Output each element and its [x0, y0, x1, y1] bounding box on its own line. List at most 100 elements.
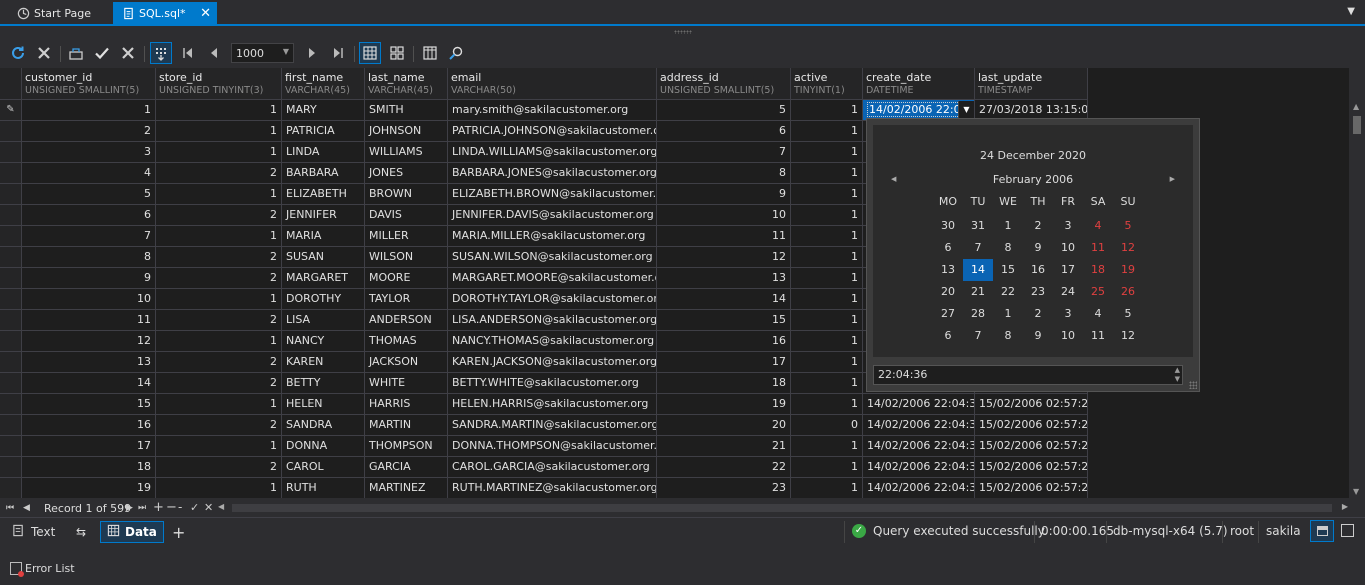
card-view-icon[interactable]	[386, 42, 408, 64]
row-indicator[interactable]	[0, 121, 22, 142]
active-cell[interactable]: 1	[791, 331, 863, 352]
active-cell[interactable]: 1	[791, 226, 863, 247]
first-name-cell[interactable]: SUSAN	[282, 247, 365, 268]
post-record-icon[interactable]: ✓	[190, 501, 199, 514]
last-name-cell[interactable]: MARTINEZ	[365, 478, 448, 498]
first-name-cell[interactable]: JENNIFER	[282, 205, 365, 226]
customer-id-cell[interactable]: 19	[22, 478, 156, 498]
previous-page-icon[interactable]	[203, 42, 225, 64]
store-id-cell[interactable]: 2	[156, 373, 282, 394]
customer-id-cell[interactable]: 6	[22, 205, 156, 226]
create-date-cell[interactable]: 14/02/2006 22:04:36	[863, 457, 975, 478]
email-cell[interactable]: SANDRA.MARTIN@sakilacustomer.org	[448, 415, 657, 436]
calendar-day[interactable]: 5	[1113, 303, 1143, 325]
calendar-day[interactable]: 27	[933, 303, 963, 325]
table-row[interactable]: 18 2 CAROL GARCIA CAROL.GARCIA@sakilacustome…	[0, 457, 1349, 478]
cached-updates-icon[interactable]	[65, 42, 87, 64]
table-row[interactable]: 16 2 SANDRA MARTIN SANDRA.MARTIN@sakilacusto…	[0, 415, 1349, 436]
last-name-cell[interactable]: JACKSON	[365, 352, 448, 373]
calendar-day[interactable]: 10	[1053, 325, 1083, 347]
active-cell[interactable]: 0	[791, 415, 863, 436]
address-id-cell[interactable]: 21	[657, 436, 791, 457]
active-cell[interactable]: 1	[791, 247, 863, 268]
customer-id-cell[interactable]: 16	[22, 415, 156, 436]
row-indicator[interactable]	[0, 205, 22, 226]
store-id-cell[interactable]: 2	[156, 247, 282, 268]
row-indicator[interactable]	[0, 310, 22, 331]
calendar-day[interactable]: 11	[1083, 325, 1113, 347]
column-header-last-name[interactable]: last_name VARCHAR(45)	[365, 68, 448, 100]
last-name-cell[interactable]: WILSON	[365, 247, 448, 268]
add-tab-button[interactable]: +	[166, 521, 191, 543]
vertical-scrollbar[interactable]: ▲ ▼	[1349, 100, 1365, 498]
first-page-icon[interactable]	[177, 42, 199, 64]
first-name-cell[interactable]: LINDA	[282, 142, 365, 163]
last-update-cell[interactable]: 15/02/2006 02:57:20	[975, 478, 1088, 498]
address-id-cell[interactable]: 12	[657, 247, 791, 268]
calendar-day[interactable]: 24	[1053, 281, 1083, 303]
store-id-cell[interactable]: 2	[156, 310, 282, 331]
last-name-cell[interactable]: ANDERSON	[365, 310, 448, 331]
last-name-cell[interactable]: DAVIS	[365, 205, 448, 226]
customer-id-cell[interactable]: 5	[22, 184, 156, 205]
customer-id-cell[interactable]: 7	[22, 226, 156, 247]
calendar-day[interactable]: 4	[1083, 215, 1113, 237]
next-record-icon[interactable]: ▶	[126, 503, 133, 513]
next-page-icon[interactable]	[301, 42, 323, 64]
address-id-cell[interactable]: 20	[657, 415, 791, 436]
customer-id-cell[interactable]: 4	[22, 163, 156, 184]
email-cell[interactable]: JENNIFER.DAVIS@sakilacustomer.org	[448, 205, 657, 226]
store-id-cell[interactable]: 1	[156, 289, 282, 310]
grid-view-icon[interactable]	[359, 42, 381, 64]
first-record-icon[interactable]: ⏮	[6, 503, 14, 513]
address-id-cell[interactable]: 8	[657, 163, 791, 184]
next-month-icon[interactable]: ▶	[1170, 175, 1175, 183]
calendar-day[interactable]: 4	[1083, 303, 1113, 325]
scroll-thumb[interactable]	[1353, 116, 1361, 134]
row-indicator[interactable]	[0, 226, 22, 247]
row-indicator[interactable]	[0, 289, 22, 310]
store-id-cell[interactable]: 2	[156, 457, 282, 478]
calendar-day[interactable]: 1	[993, 303, 1023, 325]
last-name-cell[interactable]: THOMPSON	[365, 436, 448, 457]
last-page-icon[interactable]	[327, 42, 349, 64]
email-cell[interactable]: BARBARA.JONES@sakilacustomer.org	[448, 163, 657, 184]
calendar-day[interactable]: 13	[933, 259, 963, 281]
first-name-cell[interactable]: MARY	[282, 100, 365, 121]
calendar-day[interactable]: 19	[1113, 259, 1143, 281]
active-cell[interactable]: 1	[791, 457, 863, 478]
calendar-day[interactable]: 10	[1053, 237, 1083, 259]
active-cell[interactable]: 1	[791, 163, 863, 184]
last-name-cell[interactable]: THOMAS	[365, 331, 448, 352]
row-edit-indicator[interactable]: ✎	[0, 100, 22, 121]
active-cell[interactable]: 1	[791, 289, 863, 310]
active-cell[interactable]: 1	[791, 268, 863, 289]
store-id-cell[interactable]: 2	[156, 352, 282, 373]
customer-id-cell[interactable]: 3	[22, 142, 156, 163]
last-name-cell[interactable]: MILLER	[365, 226, 448, 247]
calendar-day[interactable]: 5	[1113, 215, 1143, 237]
scroll-down-icon[interactable]: ▼	[1353, 487, 1359, 496]
page-size-select[interactable]: 1000 ▼	[231, 43, 294, 63]
calendar-day[interactable]: 9	[1023, 237, 1053, 259]
row-indicator[interactable]	[0, 163, 22, 184]
tab-sql-file[interactable]: SQL.sql* ✕	[113, 2, 217, 24]
selected-day[interactable]: 14	[963, 259, 993, 281]
today-label[interactable]: 24 December 2020	[873, 149, 1193, 162]
calendar-day[interactable]: 30	[933, 215, 963, 237]
month-label[interactable]: February 2006	[873, 173, 1193, 186]
first-name-cell[interactable]: NANCY	[282, 331, 365, 352]
calendar-day[interactable]: 12	[1113, 325, 1143, 347]
tab-start-page[interactable]: Start Page	[8, 2, 99, 24]
customer-id-cell[interactable]: 9	[22, 268, 156, 289]
calendar-day[interactable]: 7	[963, 325, 993, 347]
store-id-cell[interactable]: 1	[156, 100, 282, 121]
first-name-cell[interactable]: KAREN	[282, 352, 365, 373]
calendar-day[interactable]: 6	[933, 237, 963, 259]
store-id-cell[interactable]: 2	[156, 415, 282, 436]
data-tab[interactable]: Data	[100, 521, 164, 543]
customer-id-cell[interactable]: 11	[22, 310, 156, 331]
first-name-cell[interactable]: PATRICIA	[282, 121, 365, 142]
last-update-cell[interactable]: 15/02/2006 02:57:20	[975, 415, 1088, 436]
email-cell[interactable]: LISA.ANDERSON@sakilacustomer.org	[448, 310, 657, 331]
